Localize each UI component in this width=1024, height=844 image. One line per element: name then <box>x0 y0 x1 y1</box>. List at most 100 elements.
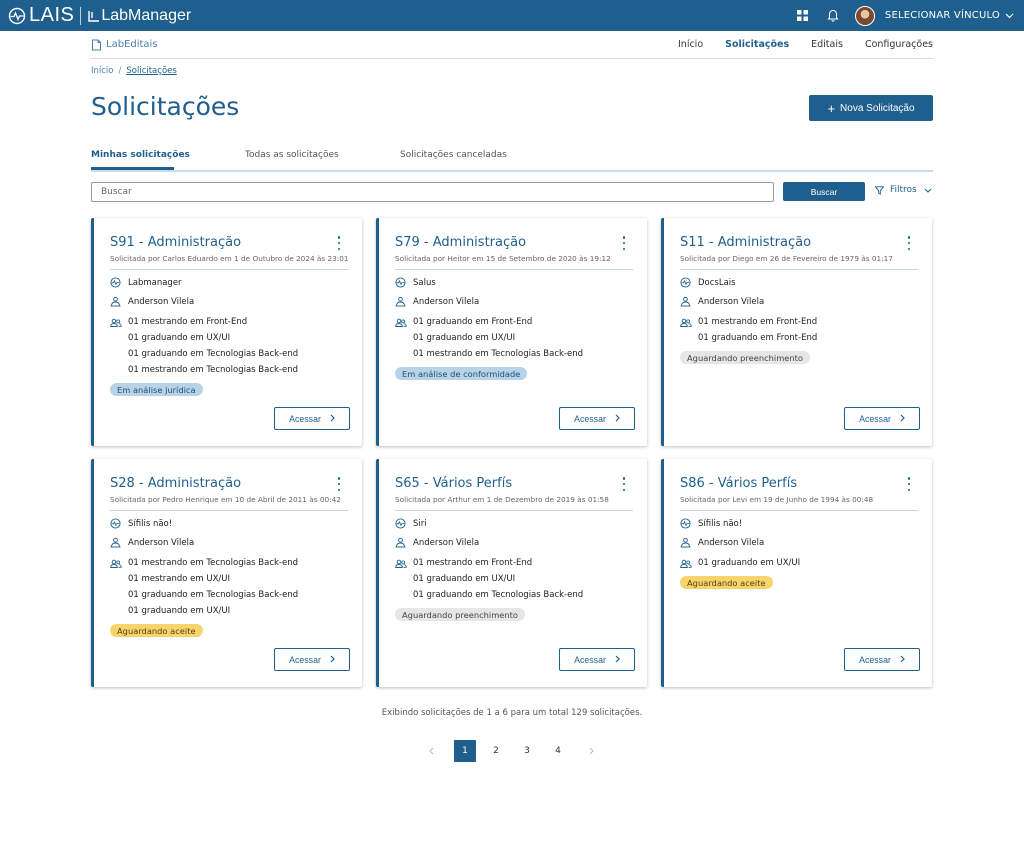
access-button[interactable]: Acessar <box>274 407 350 430</box>
new-request-label: Nova Solicitação <box>840 102 915 114</box>
card-system: Siri <box>413 518 427 529</box>
chevron-right-icon <box>891 414 905 424</box>
search-button[interactable]: Buscar <box>783 182 865 201</box>
access-label: Acessar <box>859 654 891 665</box>
bell-icon[interactable] <box>825 8 841 24</box>
card-title[interactable]: S65 - Vários Perfís <box>395 476 512 491</box>
card-person: Anderson Vilela <box>698 296 765 307</box>
nav-link-solicitacoes[interactable]: Solicitações <box>725 39 789 50</box>
tab-solicitacoes-canceladas[interactable]: Solicitações canceladas <box>400 150 507 160</box>
card-person-row: Anderson Vilela <box>110 537 194 548</box>
card-title[interactable]: S86 - Vários Perfís <box>680 476 797 491</box>
profile-item: 01 mestrando em Front-End <box>413 558 533 568</box>
search-input[interactable] <box>91 182 774 202</box>
nav-link-configuracoes[interactable]: Configurações <box>865 39 933 50</box>
card-subtitle: Solicitada por Diego em 26 de Fevereiro … <box>680 254 893 263</box>
kebab-menu-icon[interactable] <box>906 477 912 491</box>
tab-minhas-solicitacoes[interactable]: Minhas solicitações <box>91 150 190 160</box>
top-bar: LAIS LabManager SELECIONAR VÍNCULO <box>0 0 1024 31</box>
kebab-menu-icon[interactable] <box>621 477 627 491</box>
card-system-row: Salus <box>395 277 436 288</box>
breadcrumb-current[interactable]: Solicitações <box>126 66 176 76</box>
product-name: LabManager <box>101 6 192 24</box>
card-title[interactable]: S28 - Administração <box>110 476 241 491</box>
card-divider <box>395 510 633 511</box>
status-badge: Em análise de conformidade <box>395 367 528 380</box>
next-page-chevron-icon[interactable] <box>581 740 603 762</box>
access-button[interactable]: Acessar <box>844 407 920 430</box>
breadcrumb-home[interactable]: Início <box>91 66 114 76</box>
status-badge: Aguardando preenchimento <box>395 608 526 621</box>
page-3[interactable]: 3 <box>516 740 538 762</box>
coordinator-icon <box>110 296 121 307</box>
kebab-menu-icon[interactable] <box>336 236 342 250</box>
card-person: Anderson Vilela <box>413 537 480 548</box>
app-logo[interactable]: LAIS LabManager <box>8 4 191 27</box>
profile-item: 01 graduando em UX/UI <box>413 333 516 343</box>
status-badge: Aguardando aceite <box>680 576 773 589</box>
chevron-right-icon <box>606 655 620 665</box>
filters-toggle[interactable]: Filtros <box>875 185 932 195</box>
card-person: Anderson Vilela <box>128 296 195 307</box>
access-button[interactable]: Acessar <box>844 648 920 671</box>
page-1[interactable]: 1 <box>454 740 476 762</box>
chevron-right-icon <box>321 655 335 665</box>
profile-item: 01 graduando em Front-End <box>698 333 818 343</box>
card-system-row: Sífilis não! <box>680 518 742 529</box>
profile-item: 01 graduando em Tecnologias Back-end <box>128 349 299 359</box>
nav-link-editais[interactable]: Editais <box>811 39 843 50</box>
request-card: S28 - Administração Solicitada por Pedro … <box>91 459 362 687</box>
previous-page-chevron-icon[interactable] <box>420 740 442 762</box>
avatar[interactable] <box>854 5 875 26</box>
access-button[interactable]: Acessar <box>559 648 635 671</box>
card-system: DocsLais <box>698 277 736 288</box>
page-2[interactable]: 2 <box>485 740 507 762</box>
profile-item: 01 mestrando em Tecnologias Back-end <box>128 365 298 375</box>
page-4[interactable]: 4 <box>547 740 569 762</box>
card-person: Anderson Vilela <box>128 537 195 548</box>
new-request-button[interactable]: + Nova Solicitação <box>809 95 933 121</box>
card-system: Labmanager <box>128 277 182 288</box>
select-vinculo-dropdown[interactable]: SELECIONAR VÍNCULO <box>885 10 1014 21</box>
group-icon <box>110 314 122 327</box>
card-title[interactable]: S11 - Administração <box>680 235 811 250</box>
brand-label: LabEditais <box>106 39 158 50</box>
tab-todas-solicitacoes[interactable]: Todas as solicitações <box>245 150 339 160</box>
profile-item: 01 mestrando em Tecnologias Back-end <box>128 558 298 568</box>
labeditais-brand[interactable]: LabEditais <box>91 38 158 51</box>
status-badge: Aguardando preenchimento <box>680 351 811 364</box>
apps-grid-icon[interactable] <box>795 8 811 24</box>
kebab-menu-icon[interactable] <box>621 236 627 250</box>
system-icon <box>680 277 691 288</box>
vinculo-label: SELECIONAR VÍNCULO <box>884 10 1000 21</box>
plus-icon: + <box>827 100 836 116</box>
kebab-menu-icon[interactable] <box>906 236 912 250</box>
chevron-down-icon <box>924 188 932 193</box>
card-title[interactable]: S91 - Administração <box>110 235 241 250</box>
coordinator-icon <box>395 296 406 307</box>
group-icon <box>110 555 122 568</box>
request-card: S11 - Administração Solicitada por Diego … <box>661 218 932 446</box>
access-label: Acessar <box>289 413 321 424</box>
access-button[interactable]: Acessar <box>274 648 350 671</box>
group-icon <box>395 555 407 568</box>
nav-link-inicio[interactable]: Início <box>678 39 703 50</box>
card-title[interactable]: S79 - Administração <box>395 235 526 250</box>
access-button[interactable]: Acessar <box>559 407 635 430</box>
profile-item: 01 graduando em UX/UI <box>128 333 231 343</box>
access-label: Acessar <box>574 413 606 424</box>
system-icon <box>395 518 406 529</box>
card-subtitle: Solicitada por Heitor em 15 de Setembro … <box>395 254 611 263</box>
profile-item: 01 graduando em UX/UI <box>698 558 801 568</box>
chevron-right-icon <box>606 414 620 424</box>
logo-divider <box>80 6 82 25</box>
card-person-row: Anderson Vilela <box>680 537 764 548</box>
logo-text: LAIS <box>29 4 75 26</box>
card-profiles: 01 mestrando em Front-End 01 graduando em… <box>110 314 298 378</box>
card-system: Sífilis não! <box>128 518 173 529</box>
access-label: Acessar <box>859 413 891 424</box>
access-label: Acessar <box>289 654 321 665</box>
kebab-menu-icon[interactable] <box>336 477 342 491</box>
system-icon <box>395 277 406 288</box>
profile-item: 01 graduando em UX/UI <box>413 574 516 584</box>
